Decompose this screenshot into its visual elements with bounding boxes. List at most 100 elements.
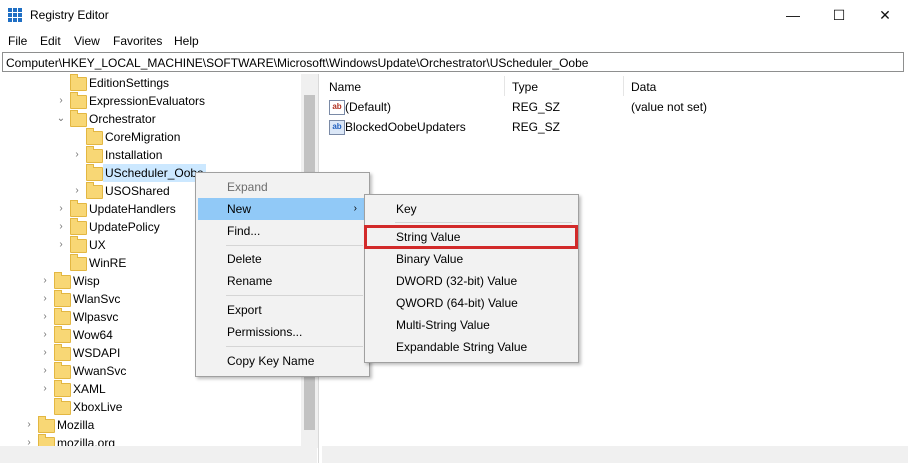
registry-editor-icon: [8, 8, 22, 22]
folder-icon: [38, 416, 55, 433]
menu-separator: [226, 295, 363, 296]
menu-favorites[interactable]: Favorites: [113, 34, 162, 48]
folder-icon: [70, 218, 87, 235]
tree-node-label: Wisp: [73, 274, 100, 288]
folder-icon: [86, 164, 103, 181]
menu-file[interactable]: File: [8, 34, 27, 48]
address-bar[interactable]: Computer\HKEY_LOCAL_MACHINE\SOFTWARE\Mic…: [2, 52, 904, 72]
title-bar: Registry Editor — ☐ ✕: [0, 0, 908, 30]
chevron-icon[interactable]: ›: [24, 416, 34, 434]
table-row[interactable]: ab (Default) REG_SZ (value not set): [327, 98, 887, 116]
submenu-item-binary-value[interactable]: Binary Value: [367, 248, 574, 270]
folder-icon: [70, 110, 87, 127]
menu-help[interactable]: Help: [174, 34, 199, 48]
chevron-icon[interactable]: ›: [40, 344, 50, 362]
menu-item-copy-key-name[interactable]: Copy Key Name: [198, 350, 365, 372]
chevron-icon[interactable]: ›: [40, 308, 50, 326]
menu-item-rename[interactable]: Rename: [198, 270, 365, 292]
submenu-item-qword-value[interactable]: QWORD (64-bit) Value: [367, 292, 574, 314]
menu-item-permissions[interactable]: Permissions...: [198, 321, 365, 343]
folder-icon: [54, 272, 71, 289]
folder-icon: [54, 290, 71, 307]
tree-node-label: WwanSvc: [73, 364, 127, 378]
menu-view[interactable]: View: [74, 34, 100, 48]
tree-node-label: EditionSettings: [89, 76, 170, 90]
value-data: (value not set): [631, 100, 708, 114]
submenu-item-expandable-string-value[interactable]: Expandable String Value: [367, 336, 574, 358]
folder-icon: [54, 398, 71, 415]
menu-item-delete[interactable]: Delete: [198, 248, 365, 270]
submenu-arrow-icon: ›: [353, 203, 357, 214]
string-value-icon: ab: [329, 120, 345, 135]
tree-node-label: ExpressionEvaluators: [89, 94, 206, 108]
column-divider[interactable]: [504, 76, 505, 96]
value-type: REG_SZ: [512, 120, 561, 134]
chevron-icon[interactable]: ›: [56, 236, 66, 254]
window-title: Registry Editor: [30, 8, 109, 22]
chevron-icon[interactable]: ›: [56, 218, 66, 236]
close-button[interactable]: ✕: [862, 0, 908, 30]
folder-icon: [70, 254, 87, 271]
address-path: Computer\HKEY_LOCAL_MACHINE\SOFTWARE\Mic…: [6, 56, 589, 70]
submenu-item-multi-string-value[interactable]: Multi-String Value: [367, 314, 574, 336]
maximize-button[interactable]: ☐: [816, 0, 862, 30]
column-name[interactable]: Name: [329, 80, 361, 94]
tree-node-label: WinRE: [89, 256, 127, 270]
menu-separator: [395, 222, 572, 223]
chevron-icon[interactable]: ›: [40, 272, 50, 290]
folder-icon: [54, 344, 71, 361]
tree-horizontal-scrollbar[interactable]: [0, 446, 317, 463]
folder-icon: [70, 200, 87, 217]
menu-separator: [226, 346, 363, 347]
chevron-icon[interactable]: ›: [40, 362, 50, 380]
chevron-icon[interactable]: ›: [40, 326, 50, 344]
chevron-icon[interactable]: ›: [72, 182, 82, 200]
folder-icon: [86, 146, 103, 163]
folder-icon: [54, 380, 71, 397]
column-type[interactable]: Type: [512, 80, 538, 94]
tree-node-label: Wlpasvc: [73, 310, 119, 324]
folder-icon: [70, 74, 87, 91]
folder-icon: [86, 182, 103, 199]
tree-node-label: USOShared: [105, 184, 170, 198]
tree-node-label: UX: [89, 238, 106, 252]
tree-node-label: Orchestrator: [89, 112, 156, 126]
tree-node-label: Mozilla: [57, 418, 95, 432]
folder-icon: [54, 326, 71, 343]
chevron-icon[interactable]: ›: [40, 380, 50, 398]
values-horizontal-scrollbar[interactable]: [322, 446, 908, 463]
submenu-item-dword-value[interactable]: DWORD (32-bit) Value: [367, 270, 574, 292]
chevron-icon[interactable]: ›: [56, 92, 66, 110]
column-data[interactable]: Data: [631, 80, 656, 94]
tree-node-label: UpdatePolicy: [89, 220, 160, 234]
tree-node-label: UpdateHandlers: [89, 202, 176, 216]
new-submenu: Key String Value Binary Value DWORD (32-…: [364, 194, 579, 363]
chevron-icon[interactable]: ›: [72, 146, 82, 164]
tree-node-label: UScheduler_Oobe: [103, 164, 206, 182]
tree-node-label: WlanSvc: [73, 292, 121, 306]
chevron-icon[interactable]: ›: [40, 290, 50, 308]
chevron-icon[interactable]: ⌄: [56, 110, 66, 128]
highlight-callout: [364, 225, 578, 249]
string-value-icon: ab: [329, 100, 345, 115]
menu-item-expand[interactable]: Expand: [198, 176, 365, 198]
menu-item-export[interactable]: Export: [198, 299, 365, 321]
menu-item-new[interactable]: New ›: [198, 198, 365, 220]
tree-node-label: WSDAPI: [73, 346, 121, 360]
menu-edit[interactable]: Edit: [40, 34, 61, 48]
folder-icon: [54, 362, 71, 379]
menu-item-find[interactable]: Find...: [198, 220, 365, 242]
table-row[interactable]: ab BlockedOobeUpdaters REG_SZ: [327, 118, 887, 136]
column-divider[interactable]: [623, 76, 624, 96]
tree-node-label: CoreMigration: [105, 130, 181, 144]
tree-node-label: Installation: [105, 148, 163, 162]
chevron-icon[interactable]: ›: [56, 200, 66, 218]
value-type: REG_SZ: [512, 100, 561, 114]
folder-icon: [86, 128, 103, 145]
tree-node-label: XAML: [73, 382, 106, 396]
value-name: (Default): [345, 100, 392, 114]
tree-node-label: Wow64: [73, 328, 113, 342]
submenu-item-key[interactable]: Key: [367, 198, 574, 220]
context-menu: Expand New › Find... Delete Rename Expor…: [195, 172, 370, 377]
minimize-button[interactable]: —: [770, 0, 816, 30]
